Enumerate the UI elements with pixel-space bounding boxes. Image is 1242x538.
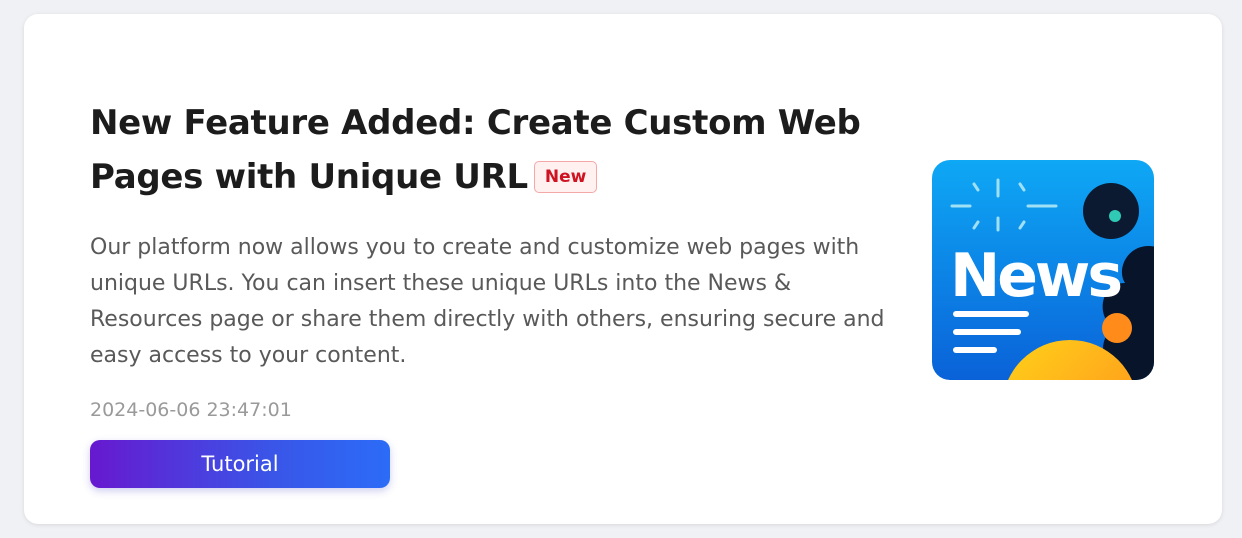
news-image-text: News <box>950 241 1120 311</box>
announcement-description: Our platform now allows you to create an… <box>90 235 885 368</box>
news-illustration-icon: News <box>930 158 1156 382</box>
new-badge: New <box>533 161 598 193</box>
announcement-title-text: New Feature Added: Create Custom Web Pag… <box>90 103 861 197</box>
announcement-card: New Feature Added: Create Custom Web Pag… <box>24 14 1222 524</box>
announcement-content: New Feature Added: Create Custom Web Pag… <box>90 96 900 424</box>
tutorial-button[interactable]: Tutorial <box>90 440 390 488</box>
announcement-timestamp: 2024-06-06 23:47:01 <box>90 399 292 421</box>
announcement-title: New Feature Added: Create Custom Web Pag… <box>90 96 900 204</box>
